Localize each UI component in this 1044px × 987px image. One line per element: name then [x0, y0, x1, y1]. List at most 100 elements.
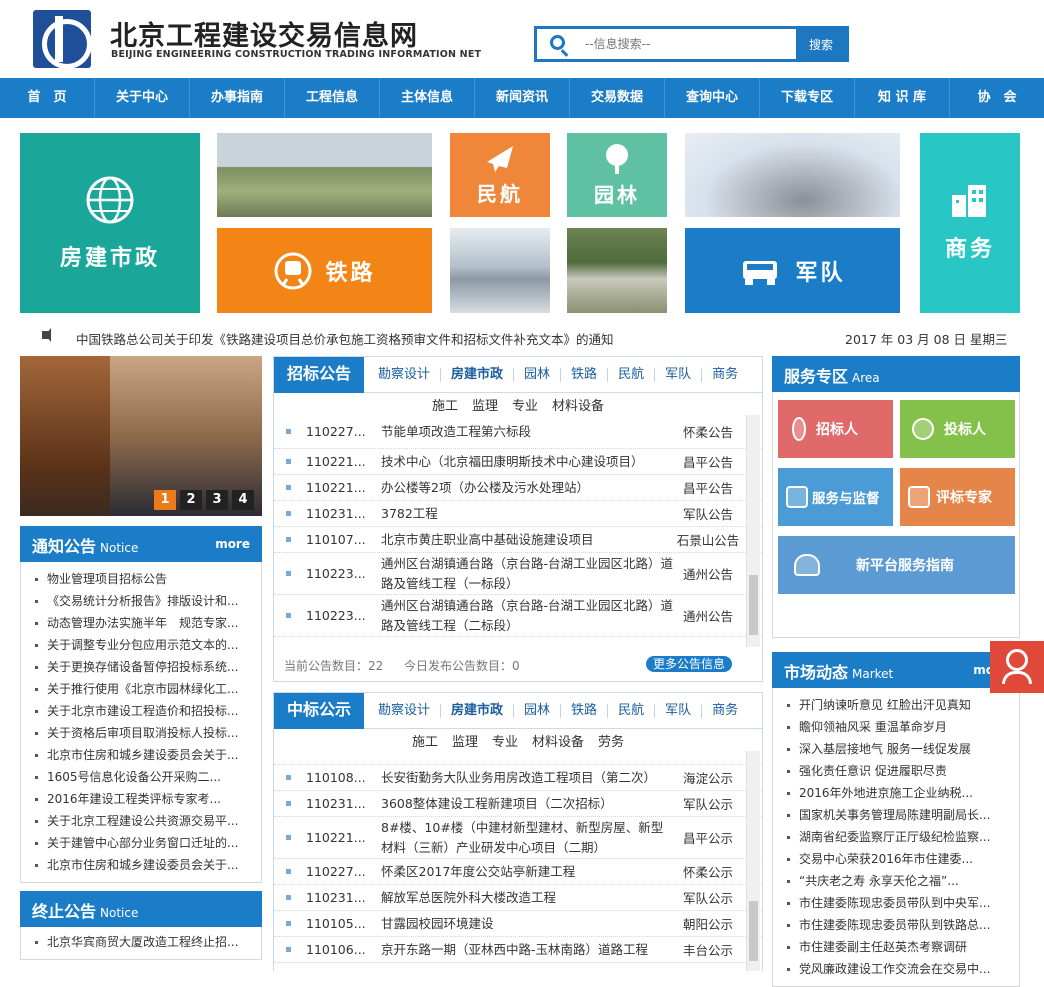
tile-shangwu[interactable]: 商务	[920, 133, 1020, 313]
row-name[interactable]: 节能单项改造工程第六标段	[381, 422, 673, 442]
subtab-construction[interactable]: 施工	[432, 395, 458, 414]
nav-home[interactable]: 首 页	[0, 78, 95, 118]
site-logo[interactable]	[33, 10, 92, 69]
list-item[interactable]: 2016年外地进京施工企业纳税...	[773, 782, 1019, 804]
table-row[interactable]: 110106... 京开东路一期（亚林西中路-玉林南路）道路工程 丰台公示	[274, 937, 762, 963]
list-item[interactable]: 关于北京工程建设公共资源交易平...	[21, 810, 261, 832]
list-item[interactable]: 《交易统计分析报告》排版设计和...	[21, 590, 261, 612]
more-bids-button[interactable]: 更多公告信息	[646, 656, 733, 672]
row-name[interactable]: 通州区台湖镇通台路（京台路-台湖工业园区北路）道路及管线工程（一标段）	[381, 554, 673, 594]
row-name[interactable]: 8#楼、10#楼（中建材新型建材、新型房屋、新型材料（三新）产业研发中心项目（二…	[381, 818, 673, 858]
customer-service-button[interactable]	[990, 641, 1044, 693]
row-name[interactable]: 长安街勤务大队业务用房改造工程项目（第二次）	[381, 768, 673, 788]
airport-photo[interactable]	[217, 133, 432, 217]
list-item[interactable]: 关于更换存储设备暂停招投标系统...	[21, 656, 261, 678]
row-name[interactable]: 甘露园校园环境建设	[381, 914, 673, 934]
list-item[interactable]: 市住建委副主任赵英杰考察调研	[773, 936, 1019, 958]
subtab-construction[interactable]: 施工	[412, 731, 438, 750]
list-item[interactable]: 强化责任意识 促进履职尽责	[773, 760, 1019, 782]
list-item[interactable]: 湖南省纪委监察厅正厅级纪检监察...	[773, 826, 1019, 848]
tab-military[interactable]: 军队	[655, 703, 703, 718]
scroll-thumb[interactable]	[749, 575, 758, 635]
nav-download[interactable]: 下载专区	[760, 78, 855, 118]
subtab-materials[interactable]: 材料设备	[532, 731, 584, 750]
row-name[interactable]: 北京市黄庄职业高中基础设施建设项目	[381, 530, 673, 550]
tab-garden[interactable]: 园林	[514, 367, 562, 382]
list-item[interactable]: “共庆老之寿 永享天伦之福”...	[773, 870, 1019, 892]
nav-association[interactable]: 协 会	[950, 78, 1044, 118]
tab-railway[interactable]: 铁路	[561, 703, 609, 718]
table-row[interactable]: 110231... 3782工程 军队公告	[274, 501, 762, 527]
subtab-supervision[interactable]: 监理	[472, 395, 498, 414]
stadium-photo[interactable]	[685, 133, 900, 217]
nav-project-info[interactable]: 工程信息	[285, 78, 380, 118]
list-item[interactable]: 市住建委陈现忠委员带队到铁路总...	[773, 914, 1019, 936]
subtab-specialty[interactable]: 专业	[492, 731, 518, 750]
garden-photo[interactable]	[567, 228, 667, 313]
tile-jundui[interactable]: 军队	[685, 228, 900, 313]
tile-minhang[interactable]: 民航	[450, 133, 550, 217]
table-row[interactable]: 110231... 3608整体建设工程新建项目（二次招标） 军队公示	[274, 791, 762, 817]
list-item[interactable]: 党风廉政建设工作交流会在交易中...	[773, 958, 1019, 980]
list-item[interactable]: 关于调整专业分包应用示范文本的...	[21, 634, 261, 656]
table-row[interactable]: 110221... 技术中心（北京福田康明斯技术中心建设项目） 昌平公告	[274, 449, 762, 475]
list-item[interactable]: 物业管理项目招标公告	[21, 568, 261, 590]
table-row[interactable]: 110105... 甘露园校园环境建设 朝阳公示	[274, 911, 762, 937]
table-row[interactable]: 110107... 北京市黄庄职业高中基础设施建设项目 石景山公告	[274, 527, 762, 553]
row-name[interactable]: 怀柔区2017年度公交站亭新建工程	[381, 862, 673, 882]
slider-dot-2[interactable]: 2	[180, 490, 202, 510]
bid-scrollbar[interactable]	[746, 415, 760, 647]
tab-commerce[interactable]: 商务	[702, 367, 748, 382]
expert-button[interactable]: 评标专家	[900, 468, 1015, 526]
nav-entity-info[interactable]: 主体信息	[380, 78, 475, 118]
list-item[interactable]: 关于推行使用《北京市园林绿化工...	[21, 678, 261, 700]
tab-commerce[interactable]: 商务	[702, 703, 748, 718]
tile-fangjian[interactable]: 房建市政	[20, 133, 200, 313]
ticker-text[interactable]: 中国铁路总公司关于印发《铁路建设项目总价承包施工资格预审文件和招标文件补充文本》…	[76, 329, 614, 348]
slider-dot-4[interactable]: 4	[232, 490, 254, 510]
list-item[interactable]: 2016年建设工程类评标专家考...	[21, 788, 261, 810]
nav-knowledge[interactable]: 知 识 库	[855, 78, 950, 118]
photo-slider[interactable]: 1 2 3 4	[20, 356, 262, 516]
list-item[interactable]: 北京华宾商贸大厦改造工程终止招...	[21, 931, 261, 953]
row-name[interactable]: 技术中心（北京福田康明斯技术中心建设项目）	[381, 452, 673, 472]
tile-tielu[interactable]: 铁路	[217, 228, 432, 313]
nav-news[interactable]: 新闻资讯	[475, 78, 570, 118]
list-item[interactable]: 北京市住房和城乡建设委员会关于...	[21, 744, 261, 766]
railway-photo[interactable]	[450, 228, 550, 313]
slider-dot-1[interactable]: 1	[154, 490, 176, 510]
nav-query[interactable]: 查询中心	[665, 78, 760, 118]
table-row[interactable]: 110223... 通州区台湖镇通台路（京台路-台湖工业园区北路）道路及管线工程（…	[274, 595, 762, 637]
list-item[interactable]: 交易中心荣获2016年市住建委...	[773, 848, 1019, 870]
list-item[interactable]: 国家机关事务管理局陈建明副局长...	[773, 804, 1019, 826]
tab-survey-design[interactable]: 勘察设计	[368, 367, 442, 382]
tenderer-button[interactable]: 招标人	[778, 400, 893, 458]
row-name[interactable]: 3782工程	[381, 504, 673, 524]
subtab-labor[interactable]: 劳务	[598, 731, 624, 750]
row-name[interactable]: 办公楼等2项（办公楼及污水处理站）	[381, 478, 673, 498]
row-name[interactable]: 通州区台湖镇通台路（京台路-台湖工业园区北路）道路及管线工程（二标段）	[381, 596, 673, 636]
list-item[interactable]: 关于建管中心部分业务窗口迁址的...	[21, 832, 261, 854]
subtab-supervision[interactable]: 监理	[452, 731, 478, 750]
list-item[interactable]: 1605号信息化设备公开采购二...	[21, 766, 261, 788]
bidder-button[interactable]: 投标人	[900, 400, 1015, 458]
nav-guide[interactable]: 办事指南	[190, 78, 285, 118]
row-name[interactable]: 解放军总医院外科大楼改造工程	[381, 888, 673, 908]
tab-military[interactable]: 军队	[655, 367, 703, 382]
table-row[interactable]: 110221... 办公楼等2项（办公楼及污水处理站） 昌平公告	[274, 475, 762, 501]
table-row[interactable]: 110231... 解放军总医院外科大楼改造工程 军队公示	[274, 885, 762, 911]
guide-button[interactable]: 新平台服务指南	[778, 536, 1015, 594]
list-item[interactable]: 深入基层接地气 服务一线促发展	[773, 738, 1019, 760]
scroll-thumb[interactable]	[749, 901, 758, 961]
table-row[interactable]: 110227... 怀柔区2017年度公交站亭新建工程 怀柔公示	[274, 859, 762, 885]
nav-trade-data[interactable]: 交易数据	[570, 78, 665, 118]
supervise-button[interactable]: 服务与监督	[778, 468, 893, 526]
list-item[interactable]: 北京市住房和城乡建设委员会关于...	[21, 854, 261, 876]
row-name[interactable]: 3608整体建设工程新建项目（二次招标）	[381, 794, 673, 814]
subtab-specialty[interactable]: 专业	[512, 395, 538, 414]
tab-aviation[interactable]: 民航	[608, 703, 656, 718]
list-item[interactable]: 开门纳谏听意见 红脸出汗见真知	[773, 694, 1019, 716]
list-item[interactable]: 关于资格后审项目取消投标人投标...	[21, 722, 261, 744]
search-button[interactable]: 搜索	[796, 29, 846, 59]
award-scrollbar[interactable]	[746, 751, 760, 971]
